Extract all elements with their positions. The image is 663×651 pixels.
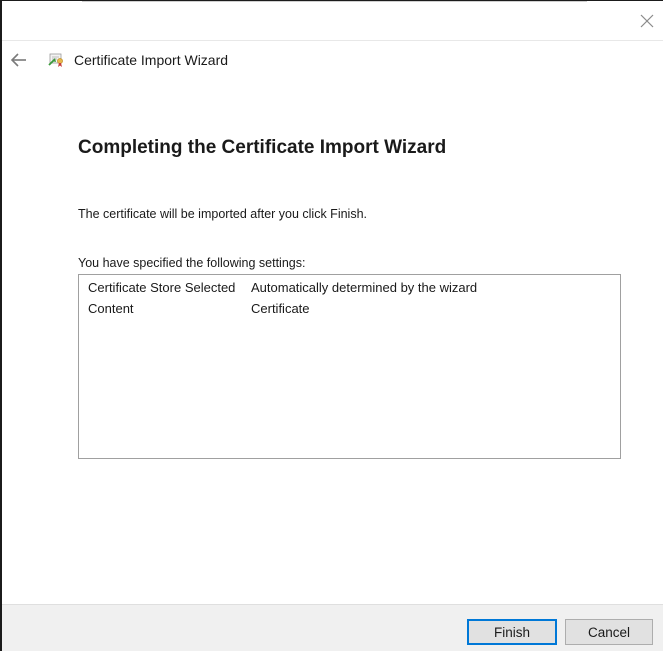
wizard-footer: Finish Cancel [2,604,663,651]
settings-row-value: Automatically determined by the wizard [251,280,478,295]
cancel-button[interactable]: Cancel [565,619,653,645]
back-arrow-icon [10,53,26,67]
title-bar-accent-line [82,1,587,2]
window-title: Certificate Import Wizard [74,52,229,68]
settings-list[interactable]: Certificate Store Selected Automatically… [78,274,621,459]
certificate-import-wizard-window: Certificate Import Wizard Completing the… [2,1,663,651]
settings-label: You have specified the following setting… [78,256,306,270]
certificate-icon [48,50,66,68]
finish-button[interactable]: Finish [467,619,557,645]
page-heading: Completing the Certificate Import Wizard [78,137,447,158]
title-bar [2,1,663,41]
info-text: The certificate will be imported after y… [78,207,367,221]
close-button[interactable] [635,9,659,33]
wizard-nav-header: Certificate Import Wizard [2,41,663,79]
back-button[interactable] [8,49,30,71]
settings-row-key: Certificate Store Selected [88,280,236,295]
settings-row-key: Content [88,301,134,316]
close-icon [640,14,654,28]
settings-row-value: Certificate [251,301,310,316]
